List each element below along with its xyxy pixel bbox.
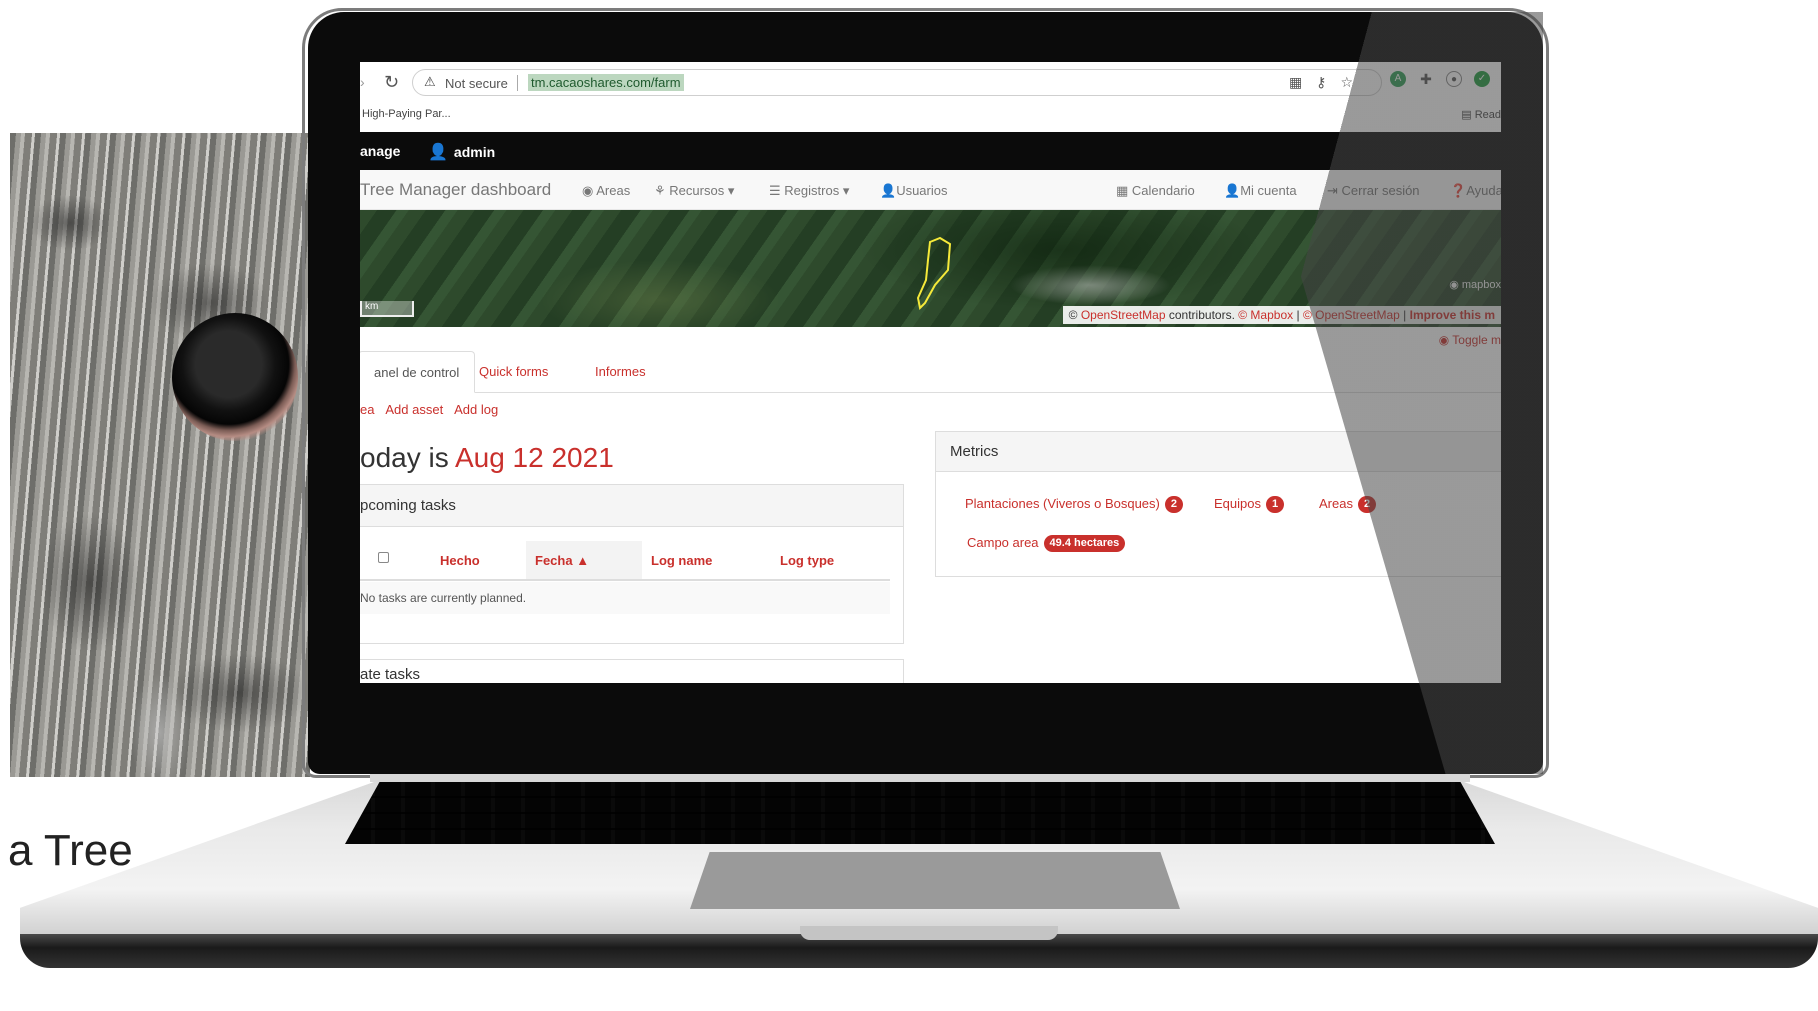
- panel-title: ate tasks: [360, 666, 421, 683]
- bookmark-item[interactable]: High-Paying Par...: [362, 108, 451, 120]
- empty-table-row: No tasks are currently planned.: [360, 582, 890, 614]
- user-icon: 👤: [880, 183, 897, 198]
- late-tasks-panel: ate tasks: [360, 659, 904, 683]
- leaf-icon: ⚘: [654, 183, 670, 198]
- toggle-map-link[interactable]: ◉ Toggle m: [1439, 333, 1501, 347]
- count-badge: 2: [1357, 496, 1377, 513]
- browser-toolbar: › ↻ ⚠ Not secure tm.cacaoshares.com/farm…: [360, 62, 1501, 102]
- panel-title: pcoming tasks: [360, 485, 903, 527]
- admin-toolbar: anage 👤 admin: [360, 132, 1501, 170]
- adblock-extension-icon[interactable]: A: [1390, 71, 1406, 87]
- laptop-trackpad: [690, 852, 1180, 909]
- site-brand[interactable]: Tree Manager dashboard: [360, 180, 551, 200]
- quick-actions: ea Add asset Add log: [360, 402, 506, 417]
- metric-campo-area[interactable]: Campo area 49.4 hectares: [967, 535, 1126, 552]
- laptop-hinge: [370, 774, 1470, 782]
- nav-recursos[interactable]: ⚘ Recursos ▾: [654, 183, 734, 199]
- field-boundary-polygon[interactable]: [916, 236, 952, 311]
- logout-icon: ⇥: [1327, 183, 1342, 198]
- mapbox-icon: ◉: [1449, 279, 1462, 291]
- column-header-log-name[interactable]: Log name: [651, 541, 712, 579]
- globe-icon: ◉: [582, 183, 597, 198]
- add-asset-link[interactable]: Add asset: [385, 402, 443, 417]
- caption-text: a Tree: [8, 826, 133, 875]
- metric-equipos[interactable]: Equipos 1: [1214, 496, 1285, 513]
- profile-icon[interactable]: ●: [1446, 71, 1462, 87]
- nav-cerrar-sesion[interactable]: ⇥ Cerrar sesión: [1327, 183, 1420, 199]
- upcoming-tasks-panel: pcoming tasks Hecho Fecha ▲ Log name Log…: [360, 484, 904, 644]
- user-icon: 👤: [1224, 183, 1241, 198]
- tab-quick-forms[interactable]: Quick forms: [464, 351, 563, 393]
- star-icon[interactable]: ☆: [1340, 74, 1367, 90]
- globe-icon: ◉: [1438, 333, 1453, 347]
- header-divider: [360, 579, 890, 581]
- osm-link-2[interactable]: © OpenStreetMap: [1303, 308, 1400, 322]
- select-all-checkbox[interactable]: [378, 552, 389, 563]
- laptop-keyboard: [345, 782, 1495, 844]
- help-icon: ❓: [1450, 183, 1467, 198]
- column-header-hecho[interactable]: Hecho: [440, 541, 480, 579]
- laptop-screen: › ↻ ⚠ Not secure tm.cacaoshares.com/farm…: [360, 62, 1501, 683]
- main-navigation: Tree Manager dashboard ◉ Areas ⚘ Recurso…: [360, 170, 1501, 210]
- dashboard-tabs: anel de control Quick forms Informes: [360, 351, 1501, 393]
- add-area-link[interactable]: ea: [360, 402, 374, 417]
- warning-icon[interactable]: ⚠: [424, 74, 436, 90]
- bark-knot-hole: [172, 313, 298, 441]
- user-menu[interactable]: 👤 admin: [428, 142, 495, 162]
- metrics-panel: Metrics Plantaciones (Viveros o Bosques)…: [935, 431, 1501, 577]
- nav-calendario[interactable]: ▦ Calendario: [1116, 183, 1195, 199]
- osm-link[interactable]: OpenStreetMap: [1081, 308, 1166, 322]
- extension-icons: A ✚ ● ✓: [1390, 71, 1490, 87]
- manage-link[interactable]: anage: [360, 143, 400, 159]
- caret-down-icon: ▾: [839, 183, 850, 198]
- user-icon: 👤: [428, 144, 448, 161]
- column-header-fecha[interactable]: Fecha ▲: [526, 541, 642, 579]
- add-log-link[interactable]: Add log: [454, 402, 498, 417]
- key-icon[interactable]: ⚷: [1316, 74, 1340, 90]
- list-icon: ☰: [769, 183, 785, 198]
- map-scale-bar: km: [360, 301, 414, 317]
- qr-code-icon[interactable]: ▦: [1289, 74, 1316, 90]
- omnibox-separator: [517, 75, 518, 91]
- nav-usuarios[interactable]: 👤Usuarios: [880, 183, 947, 199]
- today-date: Aug 12 2021: [454, 442, 614, 473]
- reading-list-button[interactable]: ▤ Read: [1461, 108, 1501, 121]
- tab-panel-de-control[interactable]: anel de control: [360, 351, 476, 393]
- nav-areas[interactable]: ◉ Areas: [582, 183, 630, 199]
- metric-areas[interactable]: Areas 2: [1319, 496, 1377, 513]
- sort-ascending-icon: ▲: [572, 553, 590, 568]
- mapbox-link[interactable]: © Mapbox: [1238, 308, 1293, 322]
- area-badge: 49.4 hectares: [1043, 535, 1126, 552]
- laptop-notch: [800, 926, 1058, 940]
- panel-title: Metrics: [936, 432, 1501, 472]
- reload-icon[interactable]: ↻: [384, 72, 399, 93]
- metric-plantaciones[interactable]: Plantaciones (Viveros o Bosques) 2: [965, 496, 1183, 513]
- column-header-log-type[interactable]: Log type: [780, 541, 834, 579]
- today-heading: oday is Aug 12 2021: [360, 442, 614, 473]
- calendar-icon: ▦: [1116, 183, 1132, 198]
- laptop-mockup: a Tree › ↻ ⚠ Not secure tm.cacaoshares.c…: [0, 0, 1818, 1011]
- shield-extension-icon[interactable]: ✓: [1474, 71, 1490, 87]
- bookmarks-bar: High-Paying Par... ▤ Read: [360, 102, 1501, 132]
- count-badge: 1: [1265, 496, 1285, 513]
- reading-list-icon: ▤: [1461, 109, 1475, 121]
- satellite-map[interactable]: km ◉ mapbox © OpenStreetMap contributors…: [360, 210, 1501, 327]
- address-bar[interactable]: ⚠ Not secure tm.cacaoshares.com/farm ▦⚷☆: [412, 69, 1382, 96]
- nav-mi-cuenta[interactable]: 👤Mi cuenta: [1224, 183, 1297, 199]
- mapbox-logo: ◉ mapbox: [1449, 279, 1501, 291]
- back-arrow-icon[interactable]: ›: [360, 74, 365, 90]
- nav-registros[interactable]: ☰ Registros ▾: [769, 183, 849, 199]
- nav-ayuda[interactable]: ❓Ayuda: [1450, 183, 1501, 199]
- not-secure-label[interactable]: Not secure: [445, 76, 508, 91]
- map-attribution: © OpenStreetMap contributors. © Mapbox |…: [1062, 306, 1501, 324]
- omnibox-actions: ▦⚷☆: [1289, 74, 1367, 91]
- tab-informes[interactable]: Informes: [580, 351, 661, 393]
- improve-map-link[interactable]: Improve this m: [1410, 308, 1495, 322]
- puzzle-extensions-icon[interactable]: ✚: [1418, 71, 1434, 87]
- caret-down-icon: ▾: [724, 183, 735, 198]
- url-text[interactable]: tm.cacaoshares.com/farm: [528, 74, 684, 91]
- count-badge: 2: [1164, 496, 1183, 513]
- tree-bark-photo: [10, 133, 310, 777]
